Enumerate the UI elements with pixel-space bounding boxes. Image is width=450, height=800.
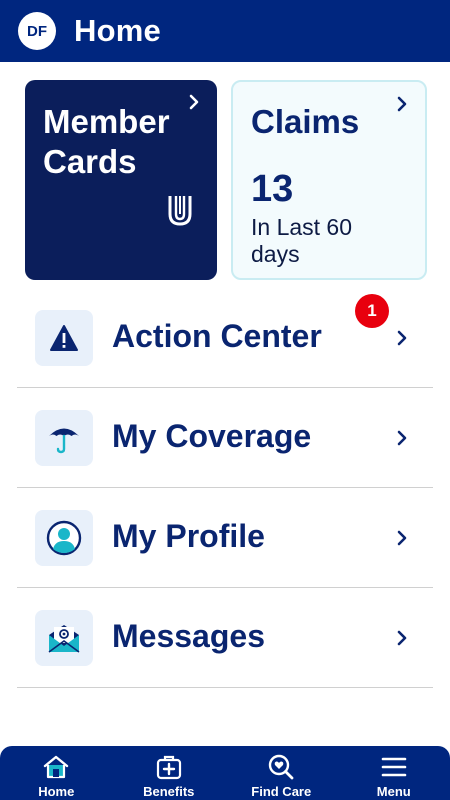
action-center-row[interactable]: Action Center 1	[17, 288, 433, 388]
my-profile-label: My Profile	[112, 518, 265, 554]
page-title: Home	[74, 13, 161, 48]
home-icon	[44, 755, 69, 779]
nav-benefits-label: Benefits	[143, 784, 195, 799]
member-cards-card[interactable]: Member Cards	[25, 80, 217, 280]
nav-find-care-label: Find Care	[251, 784, 312, 799]
messages-label: Messages	[112, 618, 265, 654]
action-center-label: Action Center	[112, 318, 322, 354]
chevron-right-icon	[397, 96, 407, 112]
chevron-right-icon	[397, 330, 407, 346]
nav-find-care[interactable]: Find Care	[225, 746, 337, 799]
search-care-icon	[269, 754, 294, 780]
warning-icon	[35, 310, 93, 366]
chevron-right-icon	[397, 630, 407, 646]
my-coverage-row[interactable]: My Coverage	[17, 388, 433, 488]
notification-badge: 1	[355, 294, 389, 328]
bottom-nav: Home Benefits Find Care Menu	[0, 746, 450, 800]
uhc-logo-icon	[168, 196, 192, 226]
nav-benefits[interactable]: Benefits	[113, 746, 225, 799]
envelope-icon	[35, 610, 93, 666]
hamburger-menu-icon	[381, 757, 407, 777]
my-profile-row[interactable]: My Profile	[17, 488, 433, 588]
umbrella-icon	[35, 410, 93, 466]
nav-menu-label: Menu	[376, 784, 411, 799]
claims-title: Claims	[251, 103, 360, 140]
app-header: DF Home	[0, 0, 450, 62]
messages-row[interactable]: Messages	[17, 588, 433, 688]
chevron-right-icon	[189, 94, 199, 110]
claims-count: 13	[251, 168, 294, 210]
claims-card[interactable]: Claims 13 In Last 60 days	[231, 80, 427, 280]
claims-period-label: In Last 60 days	[251, 214, 353, 267]
nav-menu[interactable]: Menu	[338, 746, 450, 799]
my-coverage-label: My Coverage	[112, 418, 312, 454]
avatar[interactable]: DF	[18, 12, 56, 50]
profile-icon	[35, 510, 93, 566]
chevron-right-icon	[397, 430, 407, 446]
nav-home[interactable]: Home	[0, 746, 112, 799]
nav-home-label: Home	[38, 784, 75, 799]
chevron-right-icon	[397, 530, 407, 546]
member-cards-title: Member Cards	[43, 103, 170, 180]
medical-kit-icon	[156, 755, 181, 780]
